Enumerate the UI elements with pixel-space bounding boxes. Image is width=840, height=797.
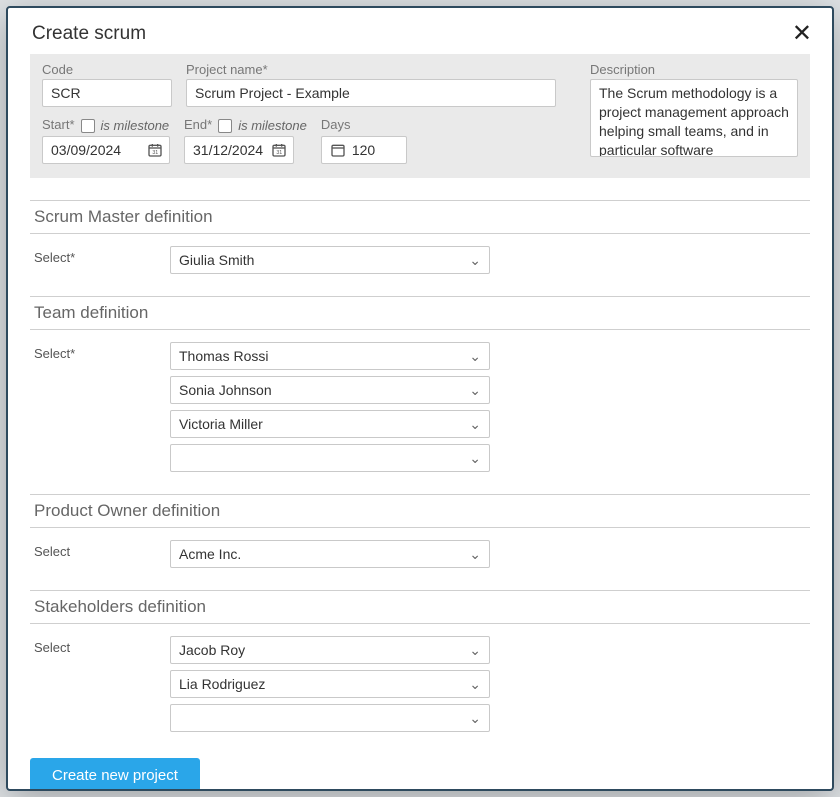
team-select-1[interactable]: Thomas Rossi⌄ [170,342,490,370]
days-input[interactable]: 120 [321,136,407,164]
product-owner-select-label: Select [30,540,170,559]
chevron-down-icon: ⌄ [469,676,481,693]
chevron-down-icon: ⌄ [469,450,481,467]
description-input[interactable]: The Scrum methodology is a project manag… [590,79,798,157]
team-select-2[interactable]: Sonia Johnson⌄ [170,376,490,404]
create-project-button[interactable]: Create new project [30,758,200,789]
stakeholder-select-3[interactable]: ⌄ [170,704,490,732]
code-input[interactable] [42,79,172,107]
end-milestone-label: is milestone [238,118,307,133]
start-milestone-checkbox[interactable] [81,119,95,133]
chevron-down-icon: ⌄ [469,348,481,365]
chevron-down-icon: ⌄ [469,382,481,399]
project-basics-panel: Code Project name* Description The Scrum… [30,54,810,178]
team-select-label: Select* [30,342,170,361]
code-label: Code [42,62,182,77]
close-icon: ✕ [792,20,812,47]
scrum-master-select-label: Select* [30,246,170,265]
scrum-master-select[interactable]: Giulia Smith ⌄ [170,246,490,274]
stakeholder-select-2[interactable]: Lia Rodriguez⌄ [170,670,490,698]
end-date-input[interactable]: 31/12/2024 31 [184,136,294,164]
chevron-down-icon: ⌄ [469,710,481,727]
end-milestone-checkbox[interactable] [218,119,232,133]
team-select-3[interactable]: Victoria Miller⌄ [170,410,490,438]
days-label: Days [321,117,351,132]
scrum-master-section-title: Scrum Master definition [30,200,810,234]
start-date-input[interactable]: 03/09/2024 31 [42,136,170,164]
calendar-icon: 31 [271,142,287,158]
start-milestone-label: is milestone [101,118,170,133]
chevron-down-icon: ⌄ [469,546,481,563]
end-label: End* [184,117,212,132]
svg-text:31: 31 [276,150,282,156]
start-label: Start* [42,117,75,132]
team-section-title: Team definition [30,296,810,330]
project-name-input[interactable] [186,79,556,107]
stakeholders-select-label: Select [30,636,170,655]
modal-title: Create scrum [32,23,146,45]
chevron-down-icon: ⌄ [469,252,481,269]
team-select-4[interactable]: ⌄ [170,444,490,472]
chevron-down-icon: ⌄ [469,416,481,433]
description-label: Description [590,62,798,77]
chevron-down-icon: ⌄ [469,642,481,659]
calendar-icon: 31 [147,142,163,158]
product-owner-section-title: Product Owner definition [30,494,810,528]
calendar-icon [330,142,346,158]
close-button[interactable]: ✕ [792,22,812,46]
stakeholder-select-1[interactable]: Jacob Roy⌄ [170,636,490,664]
product-owner-select[interactable]: Acme Inc.⌄ [170,540,490,568]
svg-text:31: 31 [152,150,158,156]
stakeholders-section-title: Stakeholders definition [30,590,810,624]
create-scrum-modal: Create scrum ✕ Code Project name* Descri… [6,6,834,791]
project-name-label: Project name* [186,62,576,77]
